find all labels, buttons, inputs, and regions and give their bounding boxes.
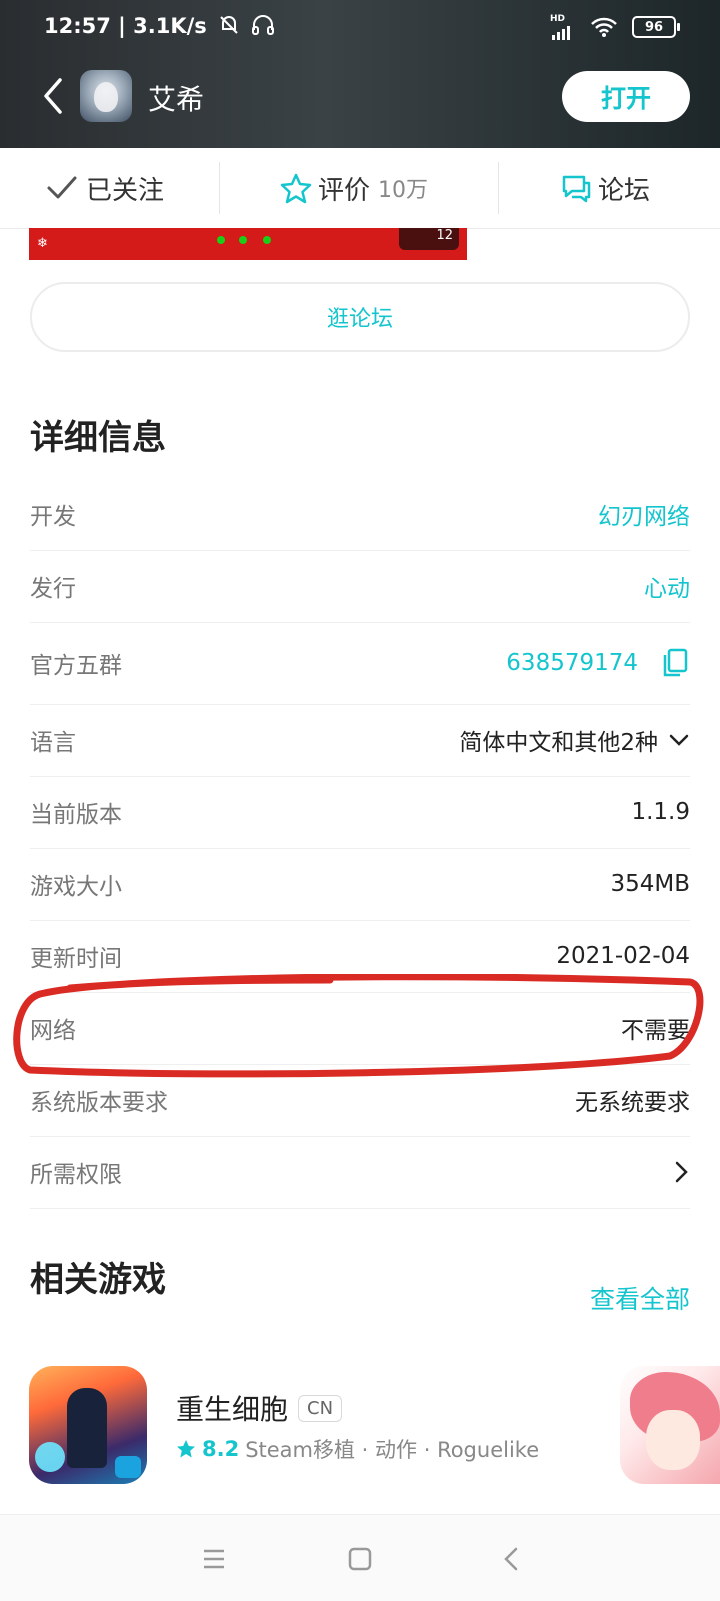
developer-link[interactable]: 幻刃网络 bbox=[598, 497, 690, 531]
home-icon[interactable] bbox=[342, 1541, 378, 1577]
status-time: 12:57 bbox=[44, 14, 111, 38]
info-row-group: 官方五群 638579174 bbox=[30, 622, 690, 705]
status-bar-right: HD 96 bbox=[550, 12, 680, 42]
hd-label: HD bbox=[550, 13, 566, 24]
size-value: 354MB bbox=[610, 871, 690, 897]
tab-divider bbox=[219, 162, 220, 214]
row-label: 开发 bbox=[30, 504, 76, 530]
row-label: 官方五群 bbox=[30, 653, 122, 679]
chevron-right-icon bbox=[675, 1161, 688, 1183]
image-count-badge: 12 bbox=[399, 228, 459, 250]
game-tags: Steam移植 · 动作 · Roguelike bbox=[245, 1438, 540, 1462]
row-label: 语言 bbox=[30, 730, 76, 756]
bilibili-icon bbox=[115, 1456, 141, 1478]
carousel-dot bbox=[263, 236, 271, 244]
row-label: 发行 bbox=[30, 576, 76, 602]
game-icon-dead-cells[interactable] bbox=[29, 1366, 147, 1484]
info-row-network: 网络 不需要 bbox=[30, 992, 690, 1065]
details-title: 详细信息 bbox=[30, 418, 166, 458]
mute-bell-icon bbox=[220, 16, 238, 34]
action-tab-bar: 已关注 评价 10万 论坛 bbox=[0, 148, 720, 229]
game-title[interactable]: 重生细胞 CN bbox=[176, 1388, 343, 1428]
image-count: 12 bbox=[436, 228, 453, 243]
game-art bbox=[67, 1388, 107, 1468]
app-header: 12:57 | 3.1K/s HD 96 艾希 打开 bbox=[0, 0, 720, 148]
open-button[interactable]: 打开 bbox=[562, 71, 690, 122]
row-label: 系统版本要求 bbox=[30, 1090, 168, 1116]
publisher-link[interactable]: 心动 bbox=[644, 569, 690, 603]
see-all-link[interactable]: 查看全部 bbox=[590, 1280, 690, 1316]
star-icon bbox=[280, 173, 312, 204]
group-number-text: 638579174 bbox=[506, 650, 638, 676]
forum-tab[interactable]: 论坛 bbox=[560, 148, 650, 228]
chevron-down-icon bbox=[669, 734, 689, 746]
version-value: 1.1.9 bbox=[631, 799, 690, 825]
carousel-dot bbox=[239, 236, 247, 244]
rating-tab[interactable]: 评价 10万 bbox=[280, 148, 428, 228]
app-icon bbox=[80, 70, 132, 122]
info-row-version: 当前版本 1.1.9 bbox=[30, 776, 690, 849]
updated-value: 2021-02-04 bbox=[556, 943, 690, 969]
signal-icon: HD bbox=[550, 13, 576, 40]
checkmark-icon bbox=[47, 176, 77, 199]
headset-icon bbox=[252, 15, 275, 35]
system-nav-bar bbox=[0, 1514, 720, 1601]
copy-icon[interactable] bbox=[660, 647, 690, 679]
group-number: 638579174 bbox=[506, 647, 690, 679]
status-net-speed: 3.1K/s bbox=[133, 14, 207, 38]
tab-divider bbox=[498, 162, 499, 214]
info-row-system: 系统版本要求 无系统要求 bbox=[30, 1064, 690, 1137]
wifi-icon bbox=[591, 17, 617, 37]
app-title: 艾希 bbox=[148, 83, 205, 116]
system-value: 无系统要求 bbox=[575, 1090, 690, 1116]
region-badge: CN bbox=[298, 1394, 343, 1422]
info-row-updated: 更新时间 2021-02-04 bbox=[30, 920, 690, 993]
game-art-glow bbox=[35, 1442, 65, 1472]
game-score: 8.2 bbox=[202, 1437, 240, 1461]
game-art-face bbox=[646, 1410, 700, 1470]
related-title: 相关游戏 bbox=[30, 1260, 166, 1300]
menu-icon[interactable] bbox=[196, 1541, 232, 1577]
row-label: 所需权限 bbox=[30, 1162, 122, 1188]
info-row-language[interactable]: 语言 简体中文和其他2种 bbox=[30, 704, 690, 777]
chat-icon bbox=[562, 175, 591, 203]
row-label: 网络 bbox=[30, 1018, 76, 1044]
row-label: 游戏大小 bbox=[30, 874, 122, 900]
forum-label: 论坛 bbox=[598, 175, 651, 206]
battery-level: 96 bbox=[644, 19, 664, 35]
back-arrow-icon[interactable] bbox=[38, 76, 68, 116]
nav-back-icon[interactable] bbox=[494, 1541, 530, 1577]
forum-banner-image[interactable]: ❄ 12 bbox=[29, 228, 467, 260]
status-bar-left: 12:57 | 3.1K/s bbox=[44, 10, 275, 42]
rating-label: 评价 bbox=[318, 175, 371, 206]
info-row-permissions[interactable]: 所需权限 bbox=[30, 1136, 690, 1209]
game-meta: 8.2 Steam移植 · 动作 · Roguelike bbox=[176, 1434, 539, 1464]
row-label: 当前版本 bbox=[30, 802, 122, 828]
network-value: 不需要 bbox=[621, 1018, 690, 1044]
browse-forum-button[interactable]: 逛论坛 bbox=[30, 282, 690, 352]
follow-label: 已关注 bbox=[86, 175, 165, 206]
battery-indicator: 96 bbox=[632, 16, 680, 38]
snowflake-icon: ❄ bbox=[37, 236, 48, 251]
game-icon-next[interactable] bbox=[620, 1366, 720, 1484]
language-value[interactable]: 简体中文和其他2种 bbox=[459, 723, 690, 757]
info-row-publisher[interactable]: 发行 心动 bbox=[30, 550, 690, 623]
game-name: 重生细胞 bbox=[176, 1393, 289, 1426]
language-text: 简体中文和其他2种 bbox=[459, 730, 658, 756]
info-row-size: 游戏大小 354MB bbox=[30, 848, 690, 921]
rating-count: 10万 bbox=[378, 178, 429, 203]
star-icon bbox=[177, 1440, 195, 1458]
row-label: 更新时间 bbox=[30, 946, 122, 972]
follow-tab[interactable]: 已关注 bbox=[46, 148, 164, 228]
carousel-dot bbox=[217, 236, 225, 244]
info-row-developer[interactable]: 开发 幻刃网络 bbox=[30, 478, 690, 551]
